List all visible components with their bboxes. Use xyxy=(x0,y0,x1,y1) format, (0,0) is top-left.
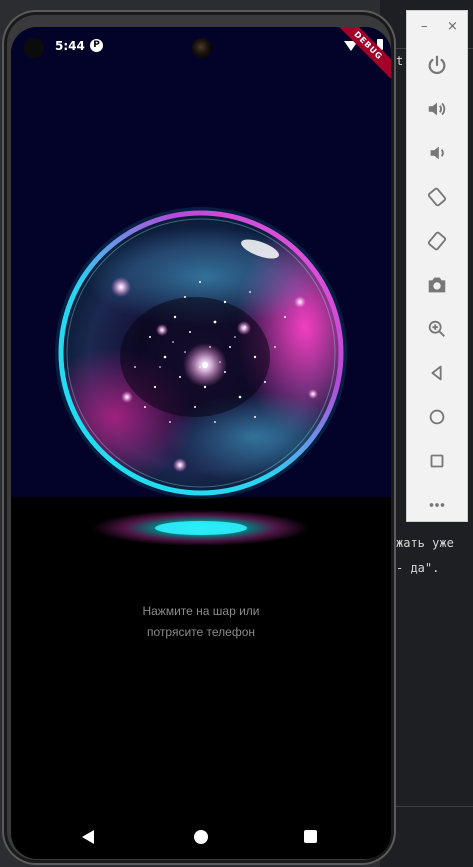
nav-back-icon[interactable] xyxy=(82,830,94,844)
nav-overview-icon[interactable] xyxy=(304,830,317,843)
status-time: 5:44 xyxy=(55,39,85,53)
more-button[interactable] xyxy=(423,491,451,519)
status-bar: 5:44 P DEBUG xyxy=(11,27,391,83)
minimize-button[interactable]: – xyxy=(421,19,428,34)
volume-up-button[interactable] xyxy=(423,95,451,123)
camera-icon xyxy=(428,277,446,293)
power-icon xyxy=(428,55,446,75)
overview-icon xyxy=(430,454,444,468)
front-camera xyxy=(192,38,212,58)
home-button[interactable] xyxy=(423,403,451,431)
magic-ball-graphic xyxy=(55,207,347,499)
window-controls: – × xyxy=(407,19,467,39)
volume-down-button[interactable] xyxy=(423,139,451,167)
instruction-line: Нажмите на шар или xyxy=(142,604,260,618)
phone-frame: 5:44 P DEBUG Нажмите на шар или потрясит… xyxy=(2,10,396,865)
navigation-bar xyxy=(11,817,391,857)
back-button[interactable] xyxy=(423,359,451,387)
close-button[interactable]: × xyxy=(447,19,458,34)
more-icon xyxy=(429,503,445,507)
rotate-left-button[interactable] xyxy=(423,183,451,211)
ide-code-fragment: t xyxy=(396,54,404,68)
rotate-right-icon xyxy=(427,231,447,251)
power-button[interactable] xyxy=(423,51,451,79)
zoom-icon xyxy=(428,320,445,337)
instruction-text: Нажмите на шар или потрясите телефон xyxy=(11,601,391,643)
ide-code-line: жать уже xyxy=(396,536,454,550)
back-icon xyxy=(431,365,442,381)
notification-icon: P xyxy=(90,39,103,52)
overview-button[interactable] xyxy=(423,447,451,475)
ide-divider xyxy=(390,806,473,807)
ide-code-line: - да". xyxy=(396,561,440,575)
home-icon xyxy=(429,409,445,425)
nav-home-icon[interactable] xyxy=(194,830,208,844)
instruction-line: потрясите телефон xyxy=(147,625,255,639)
volume-down-icon xyxy=(430,146,444,160)
volume-up-icon xyxy=(428,102,446,116)
emulator-toolbar: – × xyxy=(406,10,468,522)
rotate-left-icon xyxy=(427,187,447,207)
zoom-button[interactable] xyxy=(423,315,451,343)
camera-dot xyxy=(24,38,44,58)
magic-ball[interactable] xyxy=(55,207,347,499)
rotate-right-button[interactable] xyxy=(423,227,451,255)
magic-ball-reflection xyxy=(93,510,309,546)
screenshot-button[interactable] xyxy=(423,271,451,299)
phone-screen: 5:44 P DEBUG Нажмите на шар или потрясит… xyxy=(11,27,391,859)
